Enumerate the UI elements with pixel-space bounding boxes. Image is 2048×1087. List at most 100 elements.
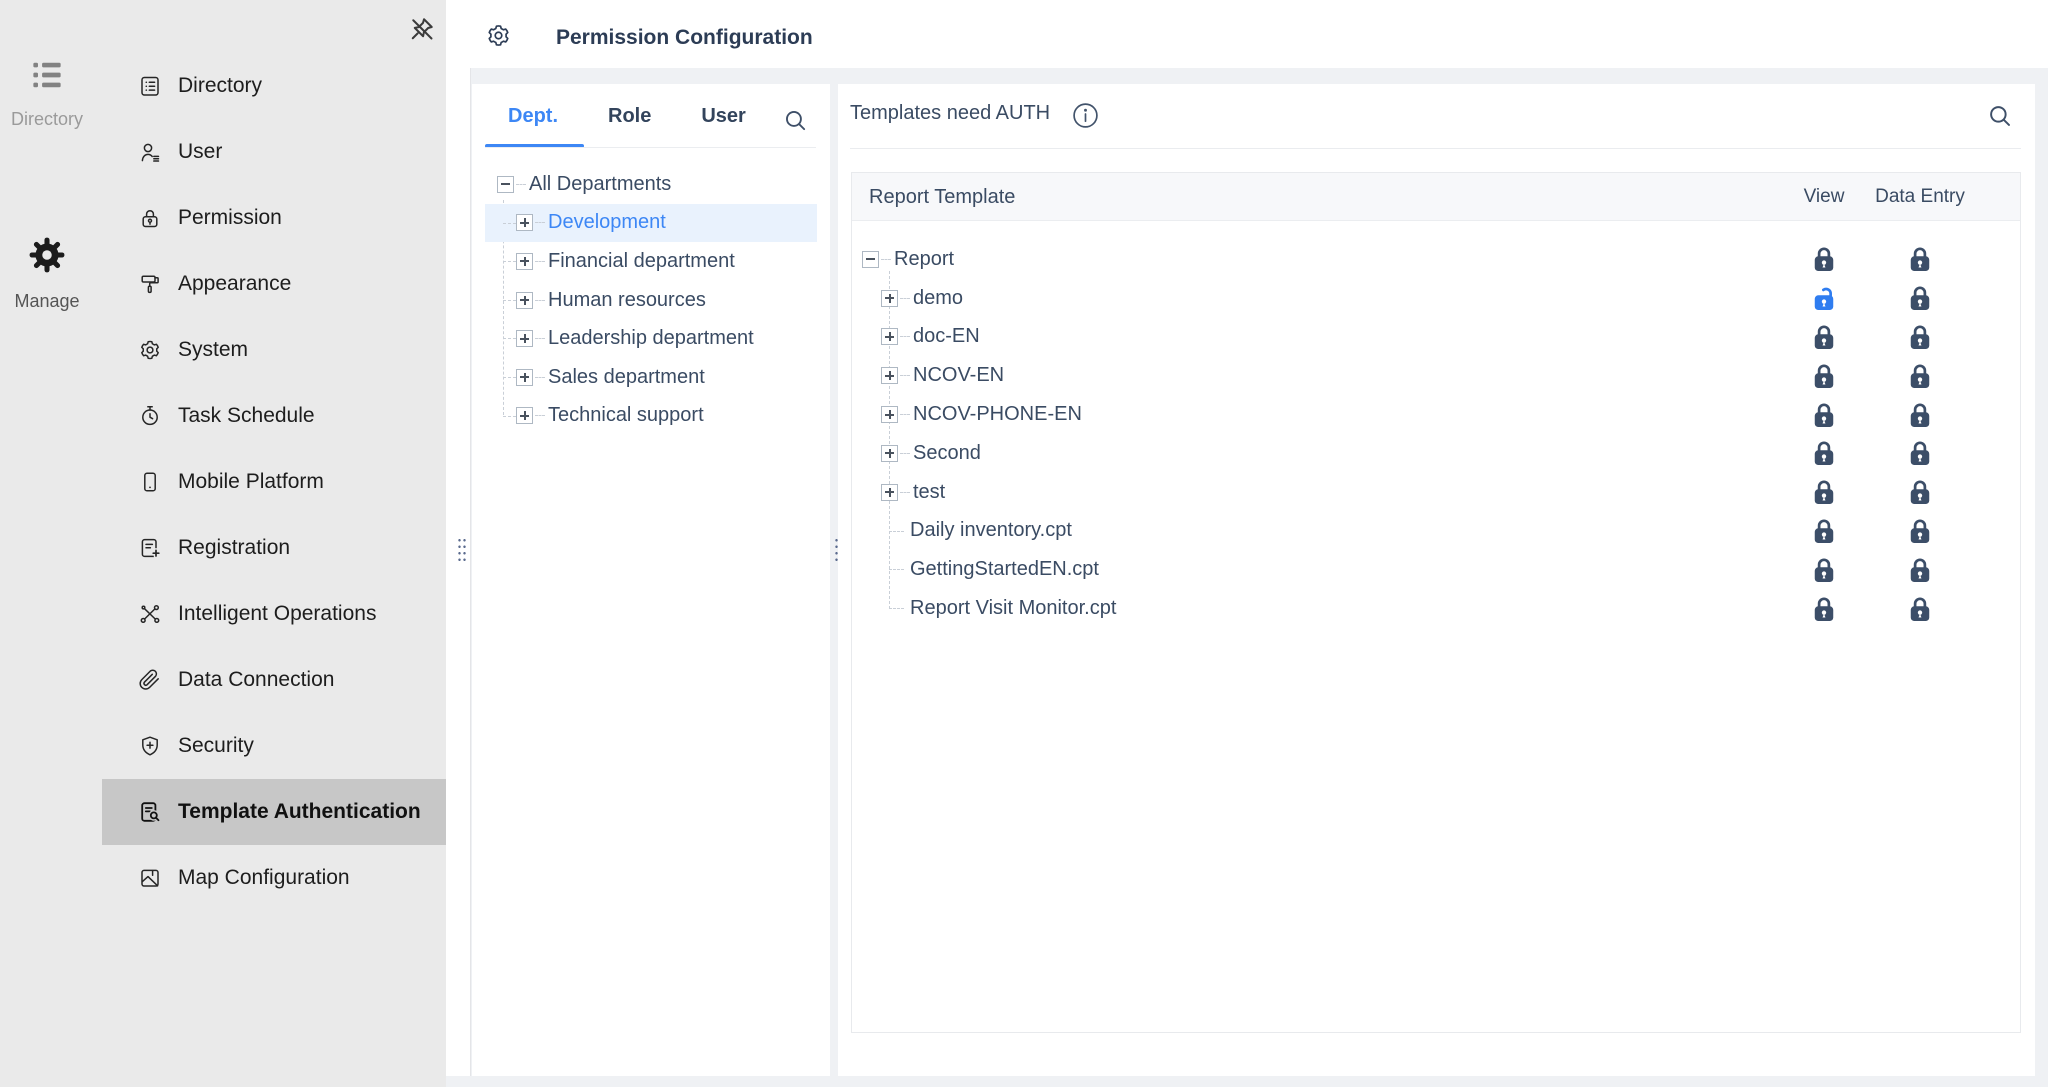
search-icon[interactable]: [1987, 103, 2013, 129]
expand-toggle[interactable]: [516, 330, 533, 347]
data-entry-lock[interactable]: [1910, 323, 1931, 350]
menu-item-security[interactable]: Security: [102, 713, 446, 779]
page-title: Permission Configuration: [556, 26, 813, 50]
menu-item-task-schedule[interactable]: Task Schedule: [102, 383, 446, 449]
tab-user[interactable]: User: [701, 105, 745, 128]
tab-divider: [485, 147, 816, 148]
data-entry-lock[interactable]: [1910, 595, 1931, 622]
template-label: NCOV-EN: [913, 364, 1004, 387]
gear-icon: [138, 338, 162, 362]
view-lock[interactable]: [1814, 285, 1835, 312]
view-lock[interactable]: [1814, 362, 1835, 389]
menu-item-user[interactable]: User: [102, 119, 446, 185]
expand-toggle[interactable]: [881, 328, 898, 345]
data-entry-lock[interactable]: [1910, 479, 1931, 506]
network-icon: [138, 602, 162, 626]
tree-node-label: Technical support: [548, 404, 704, 427]
tree-row-technical-support[interactable]: Technical support: [485, 397, 817, 436]
data-entry-lock[interactable]: [1910, 517, 1931, 544]
info-icon[interactable]: [1072, 102, 1099, 129]
menu-item-label: System: [178, 338, 248, 362]
collapse-toggle[interactable]: [497, 176, 514, 193]
department-tree: All Departments Development Financial de…: [485, 165, 817, 435]
menu-item-label: Map Configuration: [178, 866, 350, 890]
menu-item-mobile-platform[interactable]: Mobile Platform: [102, 449, 446, 515]
sidebar-resizer[interactable]: [446, 68, 471, 1076]
rail-item-manage[interactable]: Manage: [0, 236, 94, 312]
view-lock[interactable]: [1814, 556, 1835, 583]
tree-dash: [516, 184, 526, 185]
expand-toggle[interactable]: [881, 367, 898, 384]
menu-item-registration[interactable]: Registration: [102, 515, 446, 581]
data-entry-lock[interactable]: [1910, 362, 1931, 389]
expand-toggle[interactable]: [881, 445, 898, 462]
template-row-doc-en[interactable]: doc-EN: [852, 318, 2020, 357]
data-entry-lock[interactable]: [1910, 440, 1931, 467]
tree-node-label: Sales department: [548, 366, 705, 389]
page-header: Permission Configuration: [446, 0, 2048, 68]
expand-toggle[interactable]: [516, 407, 533, 424]
template-row-demo[interactable]: demo: [852, 279, 2020, 318]
tree-row-all-departments[interactable]: All Departments: [485, 165, 817, 204]
data-entry-lock[interactable]: [1910, 285, 1931, 312]
template-row-gettingstarteden[interactable]: GettingStartedEN.cpt: [852, 550, 2020, 589]
menu-item-map-configuration[interactable]: Map Configuration: [102, 845, 446, 911]
tree-row-sales-department[interactable]: Sales department: [485, 358, 817, 397]
view-lock[interactable]: [1814, 440, 1835, 467]
template-row-ncov-en[interactable]: NCOV-EN: [852, 356, 2020, 395]
expand-toggle[interactable]: [881, 484, 898, 501]
panel-divider: [850, 148, 2021, 149]
template-label: Second: [913, 442, 981, 465]
expand-toggle[interactable]: [516, 214, 533, 231]
sidebar-resize-handle[interactable]: [457, 537, 467, 561]
template-row-daily-inventory[interactable]: Daily inventory.cpt: [852, 512, 2020, 551]
view-lock[interactable]: [1814, 479, 1835, 506]
org-tabs: Dept. Role User: [508, 84, 746, 148]
tree-row-financial-department[interactable]: Financial department: [485, 242, 817, 281]
view-lock[interactable]: [1814, 323, 1835, 350]
column-header-template: Report Template: [869, 173, 1015, 221]
expand-toggle[interactable]: [516, 369, 533, 386]
search-icon[interactable]: [783, 108, 808, 133]
document-plus-icon: [138, 536, 162, 560]
menu-item-data-connection[interactable]: Data Connection: [102, 647, 446, 713]
menu-item-label: Appearance: [178, 272, 291, 296]
expand-toggle[interactable]: [881, 406, 898, 423]
collapse-toggle[interactable]: [862, 251, 879, 268]
tree-row-human-resources[interactable]: Human resources: [485, 281, 817, 320]
menu-item-directory[interactable]: Directory: [102, 53, 446, 119]
template-row-second[interactable]: Second: [852, 434, 2020, 473]
template-row-test[interactable]: test: [852, 473, 2020, 512]
template-row-ncov-phone-en[interactable]: NCOV-PHONE-EN: [852, 395, 2020, 434]
paint-roller-icon: [138, 272, 162, 296]
expand-toggle[interactable]: [881, 290, 898, 307]
expand-toggle[interactable]: [516, 292, 533, 309]
data-entry-lock[interactable]: [1910, 401, 1931, 428]
tree-row-development[interactable]: Development: [485, 204, 817, 243]
org-selector-panel: Dept. Role User All Departments Developm…: [472, 84, 830, 1076]
menu-item-system[interactable]: System: [102, 317, 446, 383]
menu-item-appearance[interactable]: Appearance: [102, 251, 446, 317]
menu-item-template-authentication[interactable]: Template Authentication: [102, 779, 446, 845]
sidebar: Directory Manage: [0, 0, 446, 1087]
menu-item-label: Directory: [178, 74, 262, 98]
data-entry-lock[interactable]: [1910, 246, 1931, 273]
template-row-report[interactable]: Report: [852, 240, 2020, 279]
tab-role[interactable]: Role: [608, 105, 651, 128]
expand-toggle[interactable]: [516, 253, 533, 270]
menu-item-permission[interactable]: Permission: [102, 185, 446, 251]
template-row-report-visit-monitor[interactable]: Report Visit Monitor.cpt: [852, 589, 2020, 628]
data-entry-lock[interactable]: [1910, 556, 1931, 583]
view-lock[interactable]: [1814, 517, 1835, 544]
stopwatch-icon: [138, 404, 162, 428]
tab-dept[interactable]: Dept.: [508, 105, 558, 128]
tree-row-leadership-department[interactable]: Leadership department: [485, 319, 817, 358]
unpin-sidebar-button[interactable]: [407, 14, 437, 44]
rail-item-directory[interactable]: Directory: [0, 60, 94, 130]
view-lock[interactable]: [1814, 595, 1835, 622]
menu-item-intelligent-operations[interactable]: Intelligent Operations: [102, 581, 446, 647]
view-lock[interactable]: [1814, 246, 1835, 273]
tree-node-label: Development: [548, 211, 666, 234]
menu-item-label: Mobile Platform: [178, 470, 324, 494]
view-lock[interactable]: [1814, 401, 1835, 428]
